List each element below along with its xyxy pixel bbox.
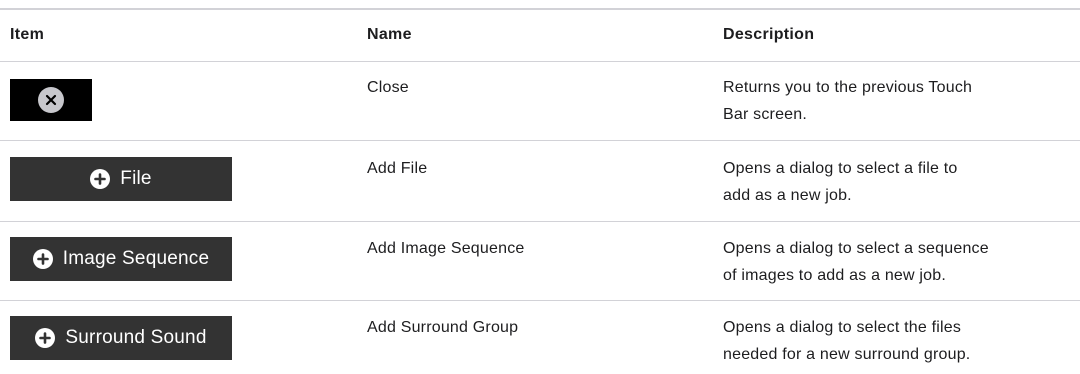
add-icon — [90, 169, 111, 189]
row-divider — [0, 221, 1080, 222]
column-header-description: Description — [723, 26, 815, 43]
table-top-rule — [0, 8, 1080, 10]
row-divider — [0, 140, 1080, 141]
row-add-image-sequence-description: Opens a dialog to select a sequence of i… — [723, 235, 1068, 289]
touch-bar-button-label: Surround Sound — [65, 327, 207, 348]
description-line: of images to add as a new job. — [723, 267, 947, 284]
touch-bar-add-image-sequence-button: Image Sequence — [10, 237, 232, 281]
touch-bar-button-label: Image Sequence — [62, 248, 210, 269]
row-add-image-sequence-name: Add Image Sequence — [367, 240, 525, 257]
description-line: Returns you to the previous Touch — [723, 79, 973, 96]
description-line: needed for a new surround group. — [723, 346, 971, 363]
description-line: Bar screen. — [723, 106, 808, 123]
add-icon — [32, 249, 53, 269]
row-close-name: Close — [367, 79, 409, 96]
touch-bar-button-label: File — [120, 168, 152, 189]
column-header-item: Item — [10, 26, 45, 43]
description-line: Opens a dialog to select the files — [723, 319, 962, 336]
close-icon — [38, 87, 64, 113]
add-icon — [35, 328, 56, 348]
header-divider — [0, 61, 1080, 62]
row-add-file-description: Opens a dialog to select a file to add a… — [723, 155, 1068, 209]
row-add-surround-group-description: Opens a dialog to select the files neede… — [723, 314, 1068, 368]
touch-bar-add-file-button: File — [10, 157, 232, 201]
column-header-name: Name — [367, 26, 412, 43]
touch-bar-items-table: Item Name Description Close Returns you … — [0, 0, 1080, 374]
description-line: Opens a dialog to select a sequence — [723, 240, 989, 257]
row-divider — [0, 300, 1080, 301]
touch-bar-add-surround-sound-button: Surround Sound — [10, 316, 232, 360]
row-add-surround-group-name: Add Surround Group — [367, 319, 519, 336]
description-line: add as a new job. — [723, 187, 852, 204]
row-close-description: Returns you to the previous Touch Bar sc… — [723, 74, 1068, 128]
row-add-file-name: Add File — [367, 160, 428, 177]
description-line: Opens a dialog to select a file to — [723, 160, 958, 177]
touch-bar-close-button — [10, 79, 92, 121]
